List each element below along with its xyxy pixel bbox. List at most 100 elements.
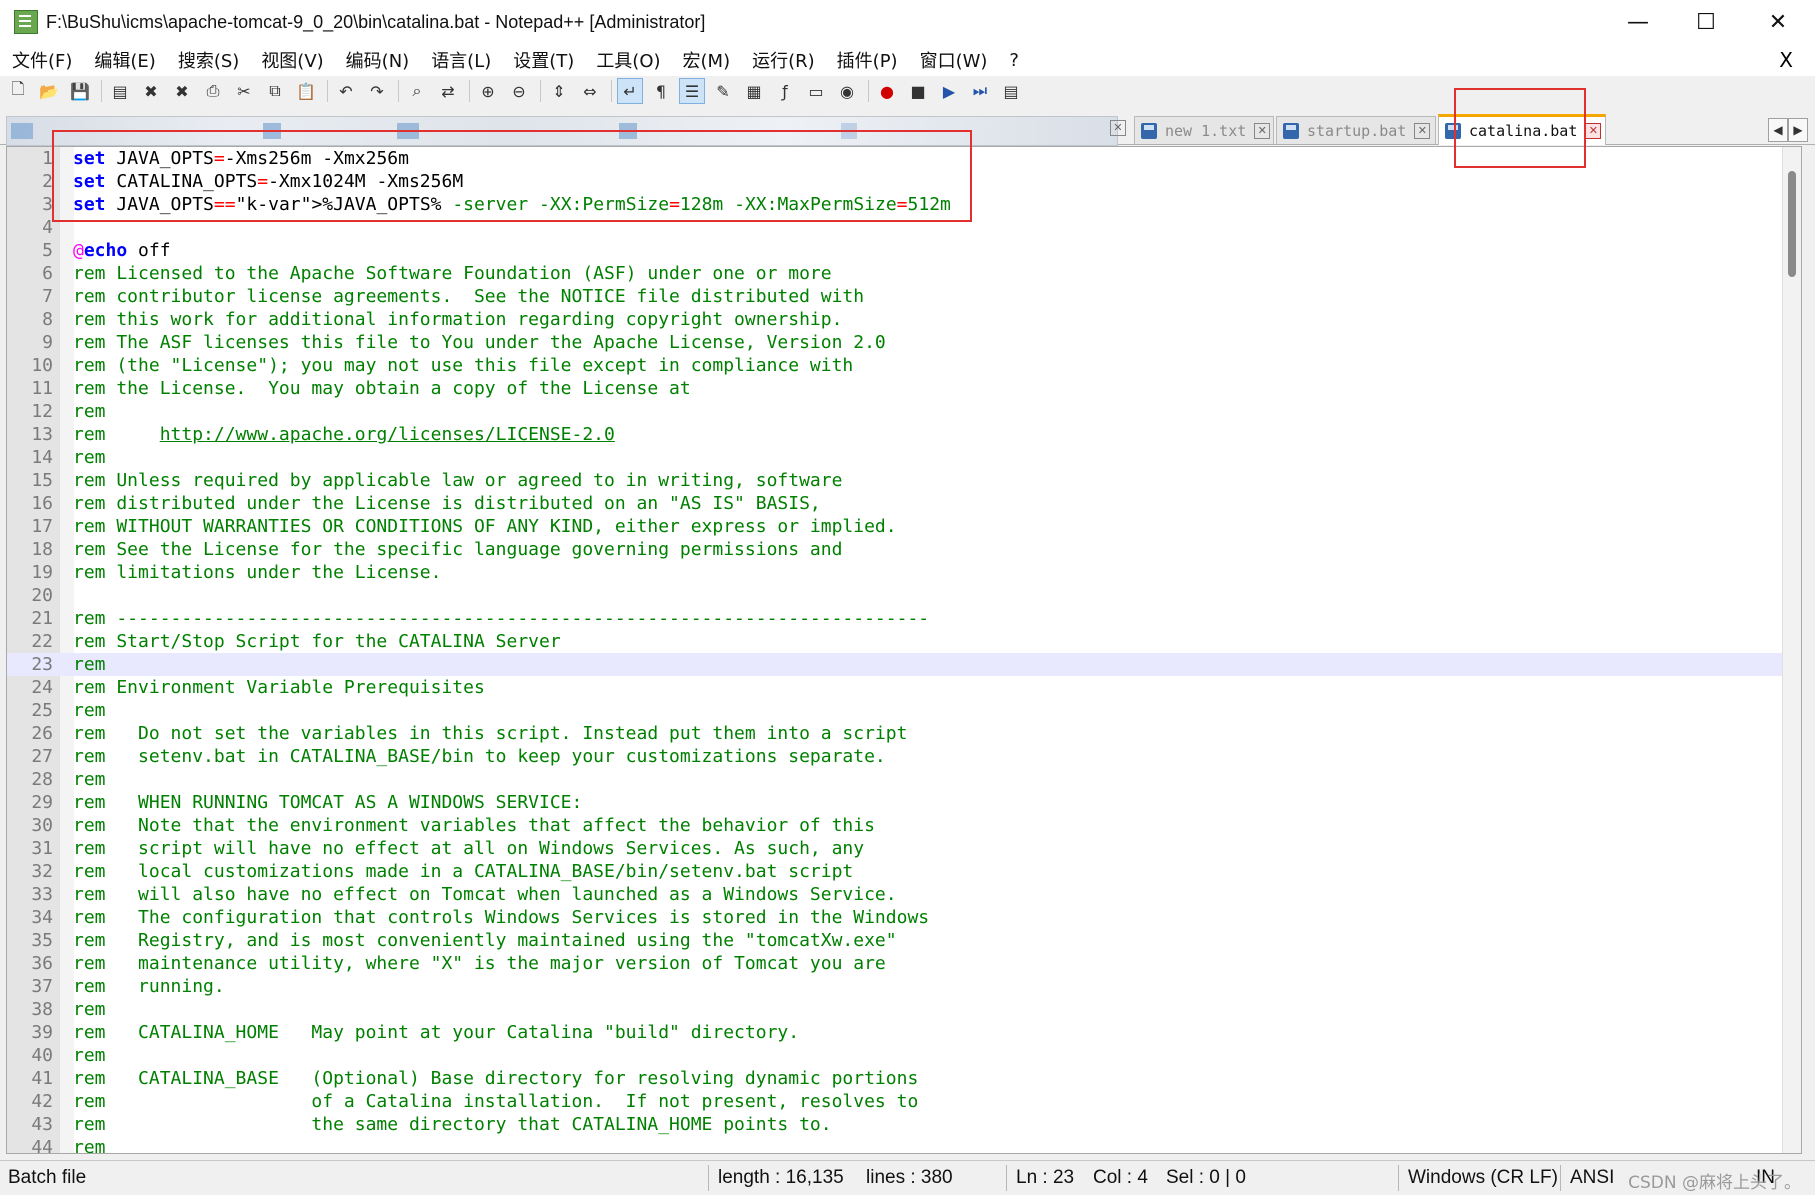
code-line[interactable]: 38 rem xyxy=(7,998,1783,1021)
code-line[interactable]: 9 rem The ASF licenses this file to You u… xyxy=(7,331,1783,354)
status-eol[interactable]: Windows (CR LF) xyxy=(1408,1167,1558,1189)
menu-file[interactable]: 文件(F) xyxy=(0,47,82,73)
vertical-scrollbar[interactable] xyxy=(1782,147,1801,1153)
tab-new-1-txt[interactable]: new 1.txt ✕ xyxy=(1134,116,1274,144)
code-line[interactable]: 21 rem ----------------------------------… xyxy=(7,607,1783,630)
cut-icon[interactable]: ✂ xyxy=(232,79,256,103)
code-line[interactable]: 27 rem setenv.bat in CATALINA_BASE/bin to… xyxy=(7,745,1783,768)
function-list-icon[interactable]: ƒ xyxy=(773,79,797,103)
tab-close-icon[interactable]: ✕ xyxy=(1110,120,1126,136)
menu-encoding[interactable]: 编码(N) xyxy=(334,47,420,73)
code-line[interactable]: 11 rem the License. You may obtain a copy… xyxy=(7,377,1783,400)
close-window-button[interactable]: ✕ xyxy=(1746,0,1810,44)
code-line[interactable]: 14 rem xyxy=(7,446,1783,469)
code-line[interactable]: 6 rem Licensed to the Apache Software Fou… xyxy=(7,262,1783,285)
close-all-icon[interactable]: ✖ xyxy=(170,79,194,103)
open-file-icon[interactable]: 📂 xyxy=(37,79,61,103)
code-line[interactable]: 20 xyxy=(7,584,1783,607)
zoom-out-icon[interactable]: ⊖ xyxy=(507,79,531,103)
code-line[interactable]: 8 rem this work for additional informatio… xyxy=(7,308,1783,331)
code-line[interactable]: 24 rem Environment Variable Prerequisites xyxy=(7,676,1783,699)
save-macro-icon[interactable]: ▤ xyxy=(999,79,1023,103)
new-file-icon[interactable]: 🗋 xyxy=(6,79,30,103)
minimize-button[interactable]: — xyxy=(1606,0,1670,44)
print-icon[interactable]: ⎙ xyxy=(201,79,225,103)
undo-icon[interactable]: ↶ xyxy=(334,79,358,103)
code-line[interactable]: 35 rem Registry, and is most conveniently… xyxy=(7,929,1783,952)
code-line[interactable]: 40 rem xyxy=(7,1044,1783,1067)
code-line[interactable]: 19 rem limitations under the License. xyxy=(7,561,1783,584)
close-document-button[interactable]: X xyxy=(1779,48,1793,72)
code-line[interactable]: 7 rem contributor license agreements. See… xyxy=(7,285,1783,308)
tab-scroll-right-icon[interactable]: ▶ xyxy=(1788,118,1808,142)
tab-close-icon[interactable]: ✕ xyxy=(1414,122,1431,139)
menu-help[interactable]: ? xyxy=(997,50,1029,71)
indent-guide-icon[interactable]: ☰ xyxy=(679,78,705,104)
sync-h-icon[interactable]: ⇔ xyxy=(578,79,602,103)
redo-icon[interactable]: ↷ xyxy=(365,79,389,103)
menu-settings[interactable]: 设置(T) xyxy=(501,47,584,73)
menu-tools[interactable]: 工具(O) xyxy=(584,47,670,73)
find-icon[interactable]: ⌕ xyxy=(405,79,429,103)
code-line[interactable]: 28 rem xyxy=(7,768,1783,791)
code-line[interactable]: 39 rem CATALINA_HOME May point at your Ca… xyxy=(7,1021,1783,1044)
tab-close-icon[interactable]: ✕ xyxy=(1254,122,1271,139)
folder-workspace-icon[interactable]: ▭ xyxy=(804,79,828,103)
code-line[interactable]: 34 rem The configuration that controls Wi… xyxy=(7,906,1783,929)
record-macro-icon[interactable]: ● xyxy=(875,79,899,103)
code-line[interactable]: 30 rem Note that the environment variable… xyxy=(7,814,1783,837)
editor-pane[interactable]: 1 set JAVA_OPTS=-Xms256m -Xmx256m 2 set CAT… xyxy=(6,146,1802,1154)
tab-close-icon[interactable]: ✕ xyxy=(1585,123,1602,139)
copy-icon[interactable]: ⧉ xyxy=(263,79,287,103)
code-line[interactable]: 5 @echo off xyxy=(7,239,1783,262)
code-line[interactable]: 33 rem will also have no effect on Tomcat… xyxy=(7,883,1783,906)
user-lang-icon[interactable]: ✎ xyxy=(711,79,735,103)
code-line[interactable]: 44 rem xyxy=(7,1136,1783,1153)
word-wrap-icon[interactable]: ↵ xyxy=(617,78,643,104)
code-line[interactable]: 10 rem (the "License"); you may not use t… xyxy=(7,354,1783,377)
menu-plugins[interactable]: 插件(P) xyxy=(825,47,908,73)
close-icon[interactable]: ✖ xyxy=(139,79,163,103)
code-line[interactable]: 31 rem script will have no effect at all … xyxy=(7,837,1783,860)
code-line[interactable]: 36 rem maintenance utility, where "X" is … xyxy=(7,952,1783,975)
code-line[interactable]: 22 rem Start/Stop Script for the CATALINA… xyxy=(7,630,1783,653)
code-line[interactable]: 15 rem Unless required by applicable law … xyxy=(7,469,1783,492)
code-line[interactable]: 32 rem local customizations made in a CAT… xyxy=(7,860,1783,883)
maximize-button[interactable]: ☐ xyxy=(1674,0,1738,44)
code-line[interactable]: 42 rem of a Catalina installation. If not… xyxy=(7,1090,1783,1113)
save-all-icon[interactable]: ▤ xyxy=(108,79,132,103)
code-line[interactable]: 25 rem xyxy=(7,699,1783,722)
monitor-icon[interactable]: ◉ xyxy=(835,79,859,103)
code-line[interactable]: 16 rem distributed under the License is d… xyxy=(7,492,1783,515)
code-line[interactable]: 43 rem the same directory that CATALINA_H… xyxy=(7,1113,1783,1136)
replace-icon[interactable]: ⇄ xyxy=(436,79,460,103)
sync-v-icon[interactable]: ⇕ xyxy=(547,79,571,103)
paste-icon[interactable]: 📋 xyxy=(294,79,318,103)
run-macro-multi-icon[interactable]: ⏭ xyxy=(968,79,992,103)
doc-map-icon[interactable]: ▦ xyxy=(742,79,766,103)
tab-startup-bat[interactable]: startup.bat ✕ xyxy=(1276,116,1436,144)
menu-run[interactable]: 运行(R) xyxy=(740,47,825,73)
code-line[interactable]: 13 rem http://www.apache.org/licenses/LIC… xyxy=(7,423,1783,446)
zoom-in-icon[interactable]: ⊕ xyxy=(476,79,500,103)
menu-edit[interactable]: 编辑(E) xyxy=(82,47,165,73)
menu-window[interactable]: 窗口(W) xyxy=(908,47,998,73)
code-line[interactable]: 17 rem WITHOUT WARRANTIES OR CONDITIONS O… xyxy=(7,515,1783,538)
code-line[interactable]: 18 rem See the License for the specific l… xyxy=(7,538,1783,561)
save-icon[interactable]: 💾 xyxy=(68,79,92,103)
show-all-chars-icon[interactable]: ¶ xyxy=(649,79,673,103)
menu-language[interactable]: 语言(L) xyxy=(419,47,501,73)
code-line[interactable]: 29 rem WHEN RUNNING TOMCAT AS A WINDOWS S… xyxy=(7,791,1783,814)
tab-scroll-left-icon[interactable]: ◀ xyxy=(1768,118,1788,142)
stop-record-icon[interactable]: ■ xyxy=(906,79,930,103)
code-line[interactable]: 12 rem xyxy=(7,400,1783,423)
scrollbar-thumb[interactable] xyxy=(1788,171,1796,277)
menu-search[interactable]: 搜索(S) xyxy=(166,47,249,73)
play-macro-icon[interactable]: ▶ xyxy=(937,79,961,103)
code-line[interactable]: 26 rem Do not set the variables in this s… xyxy=(7,722,1783,745)
status-encoding[interactable]: ANSI xyxy=(1570,1167,1614,1189)
menu-view[interactable]: 视图(V) xyxy=(249,47,333,73)
menu-macro[interactable]: 宏(M) xyxy=(671,47,741,73)
code-line[interactable]: 37 rem running. xyxy=(7,975,1783,998)
code-line[interactable]: 23 rem xyxy=(7,653,1783,676)
